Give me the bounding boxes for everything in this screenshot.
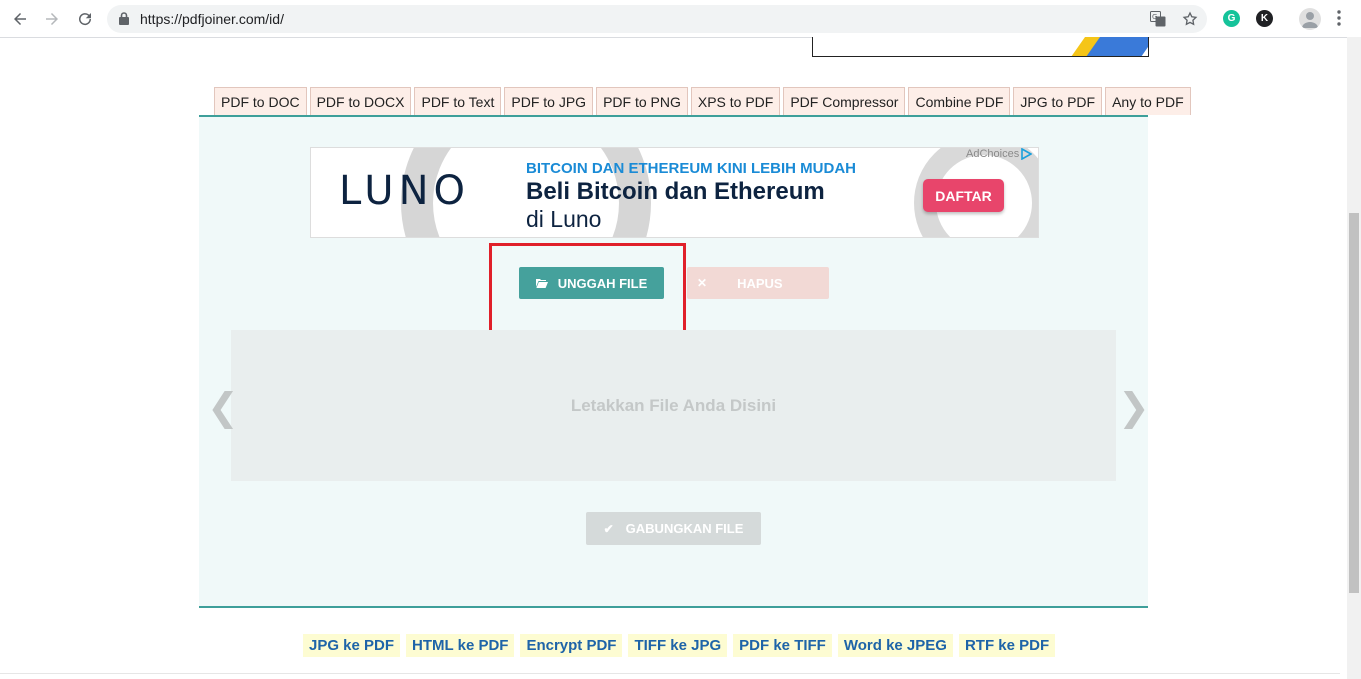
adchoices-icon	[1021, 148, 1033, 160]
close-icon: ✕	[697, 276, 708, 290]
extension-k-icon[interactable]: K	[1256, 10, 1273, 27]
page-scrollbar[interactable]	[1347, 37, 1361, 679]
tool-tabs: PDF to DOC PDF to DOCX PDF to Text PDF t…	[214, 87, 1194, 116]
browser-toolbar: https://pdfjoiner.com/id/ G G K	[0, 0, 1361, 38]
tab-any-to-pdf[interactable]: Any to PDF	[1105, 87, 1191, 115]
ad-headline-small: BITCOIN DAN ETHEREUM KINI LEBIH MUDAH	[526, 160, 856, 177]
link-tiff-ke-jpg[interactable]: TIFF ke JPG	[628, 634, 728, 657]
tab-xps-to-pdf[interactable]: XPS to PDF	[690, 87, 781, 115]
url-text: https://pdfjoiner.com/id/	[140, 11, 284, 27]
profile-avatar-icon[interactable]	[1299, 8, 1321, 30]
reload-icon[interactable]	[74, 8, 96, 30]
lock-icon	[119, 12, 129, 30]
link-rtf-ke-pdf[interactable]: RTF ke PDF	[958, 634, 1056, 657]
ad-subheadline: di Luno	[526, 206, 602, 232]
divider	[0, 673, 1340, 674]
star-icon[interactable]	[1181, 11, 1199, 27]
luno-logo: LUNO	[339, 168, 470, 214]
link-html-ke-pdf[interactable]: HTML ke PDF	[406, 634, 515, 657]
merge-files-button[interactable]: ✔ GABUNGKAN FILE	[586, 512, 761, 545]
check-icon: ✔	[603, 521, 614, 536]
link-jpg-ke-pdf[interactable]: JPG ke PDF	[303, 634, 401, 657]
scrollbar-thumb[interactable]	[1349, 213, 1359, 593]
tab-pdf-to-doc[interactable]: PDF to DOC	[214, 87, 307, 115]
link-encrypt-pdf[interactable]: Encrypt PDF	[520, 634, 623, 657]
file-dropzone[interactable]: Letakkan File Anda Disini	[231, 330, 1116, 481]
tab-pdf-to-text[interactable]: PDF to Text	[414, 87, 502, 115]
prev-arrow-icon[interactable]: ❮	[207, 385, 239, 429]
delete-label: HAPUS	[737, 275, 783, 291]
tab-pdf-to-docx[interactable]: PDF to DOCX	[309, 87, 412, 115]
merge-label: GABUNGKAN FILE	[625, 521, 744, 536]
kebab-menu-icon[interactable]	[1337, 10, 1341, 31]
highlight-annotation	[489, 243, 686, 339]
svg-text:G: G	[1152, 13, 1157, 21]
tab-combine-pdf[interactable]: Combine PDF	[908, 87, 1011, 115]
delete-button[interactable]: ✕ HAPUS	[687, 267, 829, 299]
tab-pdf-to-png[interactable]: PDF to PNG	[596, 87, 688, 115]
adchoices-label: AdChoices	[966, 148, 1020, 160]
address-bar[interactable]: https://pdfjoiner.com/id/ G	[107, 5, 1207, 33]
dropzone-text: Letakkan File Anda Disini	[570, 395, 777, 415]
top-ad-banner[interactable]	[812, 37, 1149, 57]
luno-ad-banner[interactable]: LUNO BITCOIN DAN ETHEREUM KINI LEBIH MUD…	[310, 147, 1039, 238]
link-word-ke-jpeg[interactable]: Word ke JPEG	[837, 634, 953, 657]
forward-icon[interactable]	[41, 8, 63, 30]
back-icon[interactable]	[9, 8, 31, 30]
ad-cta-button[interactable]: DAFTAR	[923, 179, 1004, 212]
ad-headline: Beli Bitcoin dan Ethereum	[526, 178, 825, 205]
tab-pdf-to-jpg[interactable]: PDF to JPG	[504, 87, 594, 115]
tab-pdf-compressor[interactable]: PDF Compressor	[783, 87, 906, 115]
translate-icon[interactable]: G	[1149, 11, 1167, 27]
adchoices-link[interactable]: AdChoices	[966, 148, 1033, 160]
link-pdf-ke-tiff[interactable]: PDF ke TIFF	[733, 634, 832, 657]
next-arrow-icon[interactable]: ❯	[1118, 385, 1150, 429]
tab-jpg-to-pdf[interactable]: JPG to PDF	[1013, 87, 1103, 115]
grammarly-icon[interactable]: G	[1223, 10, 1240, 27]
bottom-links: JPG ke PDF HTML ke PDF Encrypt PDF TIFF …	[303, 634, 1061, 657]
